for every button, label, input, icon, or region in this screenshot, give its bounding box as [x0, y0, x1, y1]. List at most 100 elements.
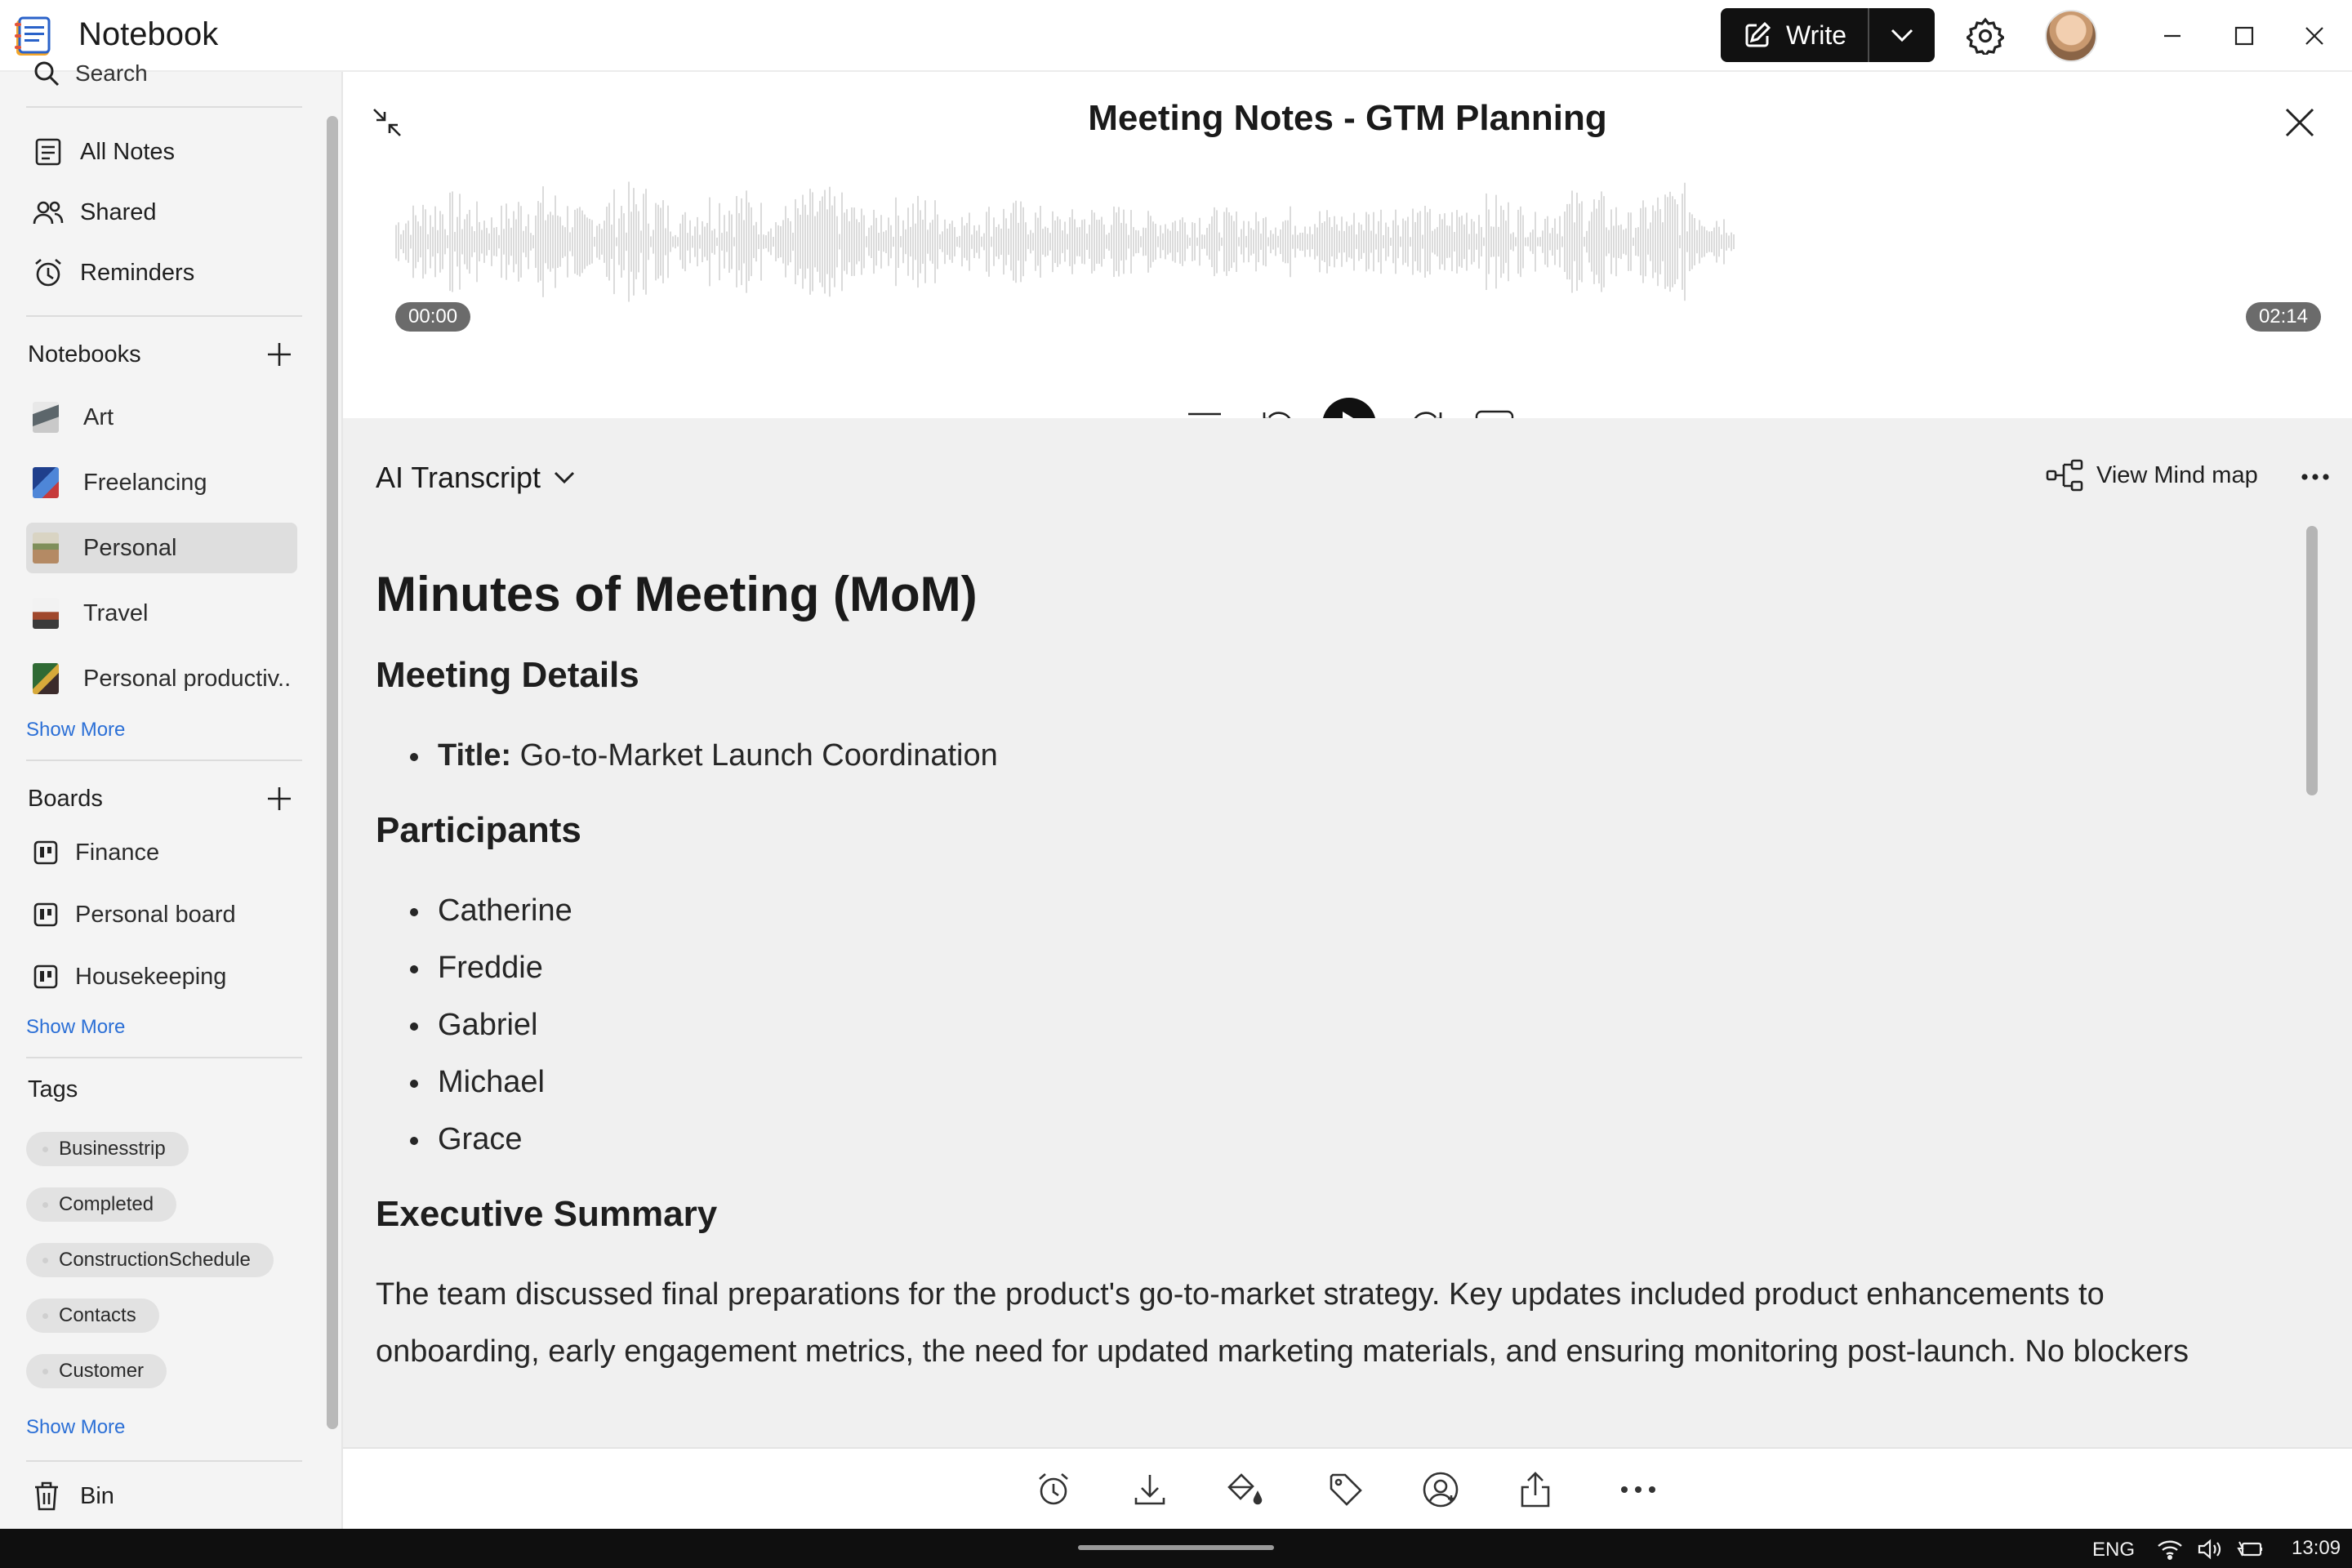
- divider: [26, 106, 302, 108]
- notebook-label: Travel: [83, 599, 149, 626]
- tag-icon: [1330, 1473, 1362, 1506]
- write-label: Write: [1786, 20, 1847, 50]
- content-scrollbar[interactable]: [2306, 526, 2318, 795]
- board-label: Finance: [75, 839, 160, 866]
- nav-all-notes[interactable]: All Notes: [33, 129, 175, 175]
- alarm-icon: [35, 259, 61, 287]
- board-icon: [33, 964, 58, 989]
- section-heading-participants: Participants: [376, 810, 581, 850]
- download-button[interactable]: [1127, 1467, 1173, 1512]
- write-button[interactable]: Write: [1721, 8, 1868, 62]
- notebook-item-travel[interactable]: Travel: [26, 588, 297, 639]
- sidebar-search[interactable]: Search: [33, 57, 148, 90]
- detail-key: Title:: [438, 738, 512, 773]
- bin-label: Bin: [80, 1482, 114, 1509]
- minimize-button[interactable]: [2150, 15, 2194, 57]
- notebook-label: Personal: [83, 534, 177, 561]
- reminder-button[interactable]: [1031, 1467, 1076, 1512]
- tag-chip[interactable]: Businesstrip: [26, 1132, 189, 1166]
- user-avatar[interactable]: [2045, 10, 2097, 62]
- people-icon: [33, 201, 64, 225]
- notebook-cover: [33, 532, 59, 564]
- nav-reminders[interactable]: Reminders: [33, 250, 194, 296]
- participant-item: Michael: [410, 1054, 2303, 1111]
- section-heading-details: Meeting Details: [376, 655, 639, 695]
- settings-button[interactable]: [1964, 15, 2007, 57]
- write-button-group: Write: [1721, 8, 1935, 62]
- note-color-button[interactable]: [1222, 1467, 1267, 1512]
- board-item-finance[interactable]: Finance: [33, 830, 159, 875]
- notebook-item-freelancing[interactable]: Freelancing: [26, 457, 297, 508]
- wifi-icon[interactable]: [2156, 1537, 2184, 1561]
- add-notebook-button[interactable]: [263, 338, 296, 371]
- transcript-type-dropdown[interactable]: AI Transcript: [376, 461, 575, 495]
- nav-shared[interactable]: Shared: [33, 189, 157, 235]
- board-item-personal-board[interactable]: Personal board: [33, 892, 236, 938]
- divider: [26, 1057, 302, 1058]
- notebook-item-personal[interactable]: Personal: [26, 523, 297, 573]
- tags-heading: Tags: [28, 1076, 78, 1102]
- view-mind-map-button[interactable]: View Mind map: [2046, 459, 2258, 492]
- download-icon: [1134, 1475, 1165, 1505]
- audio-waveform[interactable]: [395, 176, 1735, 307]
- notebook-cover: [33, 402, 59, 433]
- details-list: Title: Go-to-Market Launch Coordination: [410, 727, 2303, 784]
- plus-icon: [268, 343, 291, 366]
- mind-map-icon: [2046, 459, 2083, 492]
- tag-chip[interactable]: Customer: [26, 1354, 167, 1388]
- add-board-button[interactable]: [263, 782, 296, 815]
- transcript-document: Minutes of Meeting (MoM) Meeting Details…: [376, 560, 2303, 1380]
- battery-icon[interactable]: [2236, 1537, 2264, 1561]
- divider: [26, 760, 302, 761]
- write-options-button[interactable]: [1869, 8, 1935, 62]
- clock: 13:09: [2292, 1537, 2341, 1559]
- participant-item: Grace: [410, 1111, 2303, 1168]
- notebook-label: Personal productiv..: [83, 665, 292, 692]
- summary-paragraph: The team discussed final preparations fo…: [376, 1266, 2303, 1380]
- doc-title: Minutes of Meeting (MoM): [376, 567, 978, 621]
- search-icon: [34, 61, 60, 87]
- participant-item: Gabriel: [410, 996, 2303, 1054]
- nav-label: Reminders: [80, 259, 195, 286]
- notebooks-show-more[interactable]: Show More: [26, 719, 125, 742]
- participant-item: Catherine: [410, 882, 2303, 939]
- toolbar-more-button[interactable]: [1615, 1467, 1661, 1512]
- tag-chip[interactable]: ConstructionSchedule: [26, 1243, 274, 1277]
- mind-map-label: View Mind map: [2096, 461, 2258, 488]
- notebooks-heading: Notebooks: [28, 341, 141, 368]
- share-with-user-button[interactable]: [1418, 1467, 1463, 1512]
- note-toolbar: [343, 1447, 2352, 1529]
- notebook-item-personal-productivity[interactable]: Personal productiv..: [26, 653, 297, 704]
- nav-label: All Notes: [80, 138, 176, 165]
- more-icon: [2301, 474, 2329, 480]
- export-button[interactable]: [1512, 1467, 1558, 1512]
- paint-bucket-icon: [1227, 1473, 1263, 1505]
- gear-icon: [1967, 17, 2004, 55]
- audio-note-header: Meeting Notes - GTM Planning 00:00 02:14…: [343, 74, 2352, 452]
- tag-chip[interactable]: Contacts: [26, 1298, 159, 1333]
- more-options-button[interactable]: [2295, 459, 2336, 495]
- maximize-button[interactable]: [2222, 15, 2266, 57]
- tag-button[interactable]: [1323, 1467, 1369, 1512]
- plus-icon: [268, 787, 291, 810]
- section-heading-summary: Executive Summary: [376, 1194, 718, 1234]
- board-item-housekeeping[interactable]: Housekeeping: [33, 954, 226, 1000]
- sidebar-scrollbar[interactable]: [327, 116, 338, 1429]
- notebook-label: Art: [83, 403, 114, 430]
- tags-show-more[interactable]: Show More: [26, 1416, 125, 1439]
- volume-icon[interactable]: [2195, 1537, 2223, 1561]
- home-indicator[interactable]: [1078, 1545, 1274, 1550]
- close-note-button[interactable]: [2278, 101, 2321, 144]
- nav-label: Shared: [80, 198, 157, 225]
- window-close-button[interactable]: [2292, 15, 2336, 57]
- tag-chip[interactable]: Completed: [26, 1187, 177, 1222]
- language-indicator[interactable]: ENG: [2092, 1539, 2135, 1561]
- total-time: 02:14: [2245, 302, 2321, 332]
- boards-show-more[interactable]: Show More: [26, 1016, 125, 1039]
- nav-bin[interactable]: Bin: [33, 1473, 114, 1519]
- board-icon: [33, 840, 58, 865]
- board-label: Personal board: [75, 901, 236, 928]
- notebook-item-art[interactable]: Art: [26, 392, 297, 443]
- chevron-down-icon: [1891, 29, 1913, 42]
- divider: [26, 1460, 302, 1462]
